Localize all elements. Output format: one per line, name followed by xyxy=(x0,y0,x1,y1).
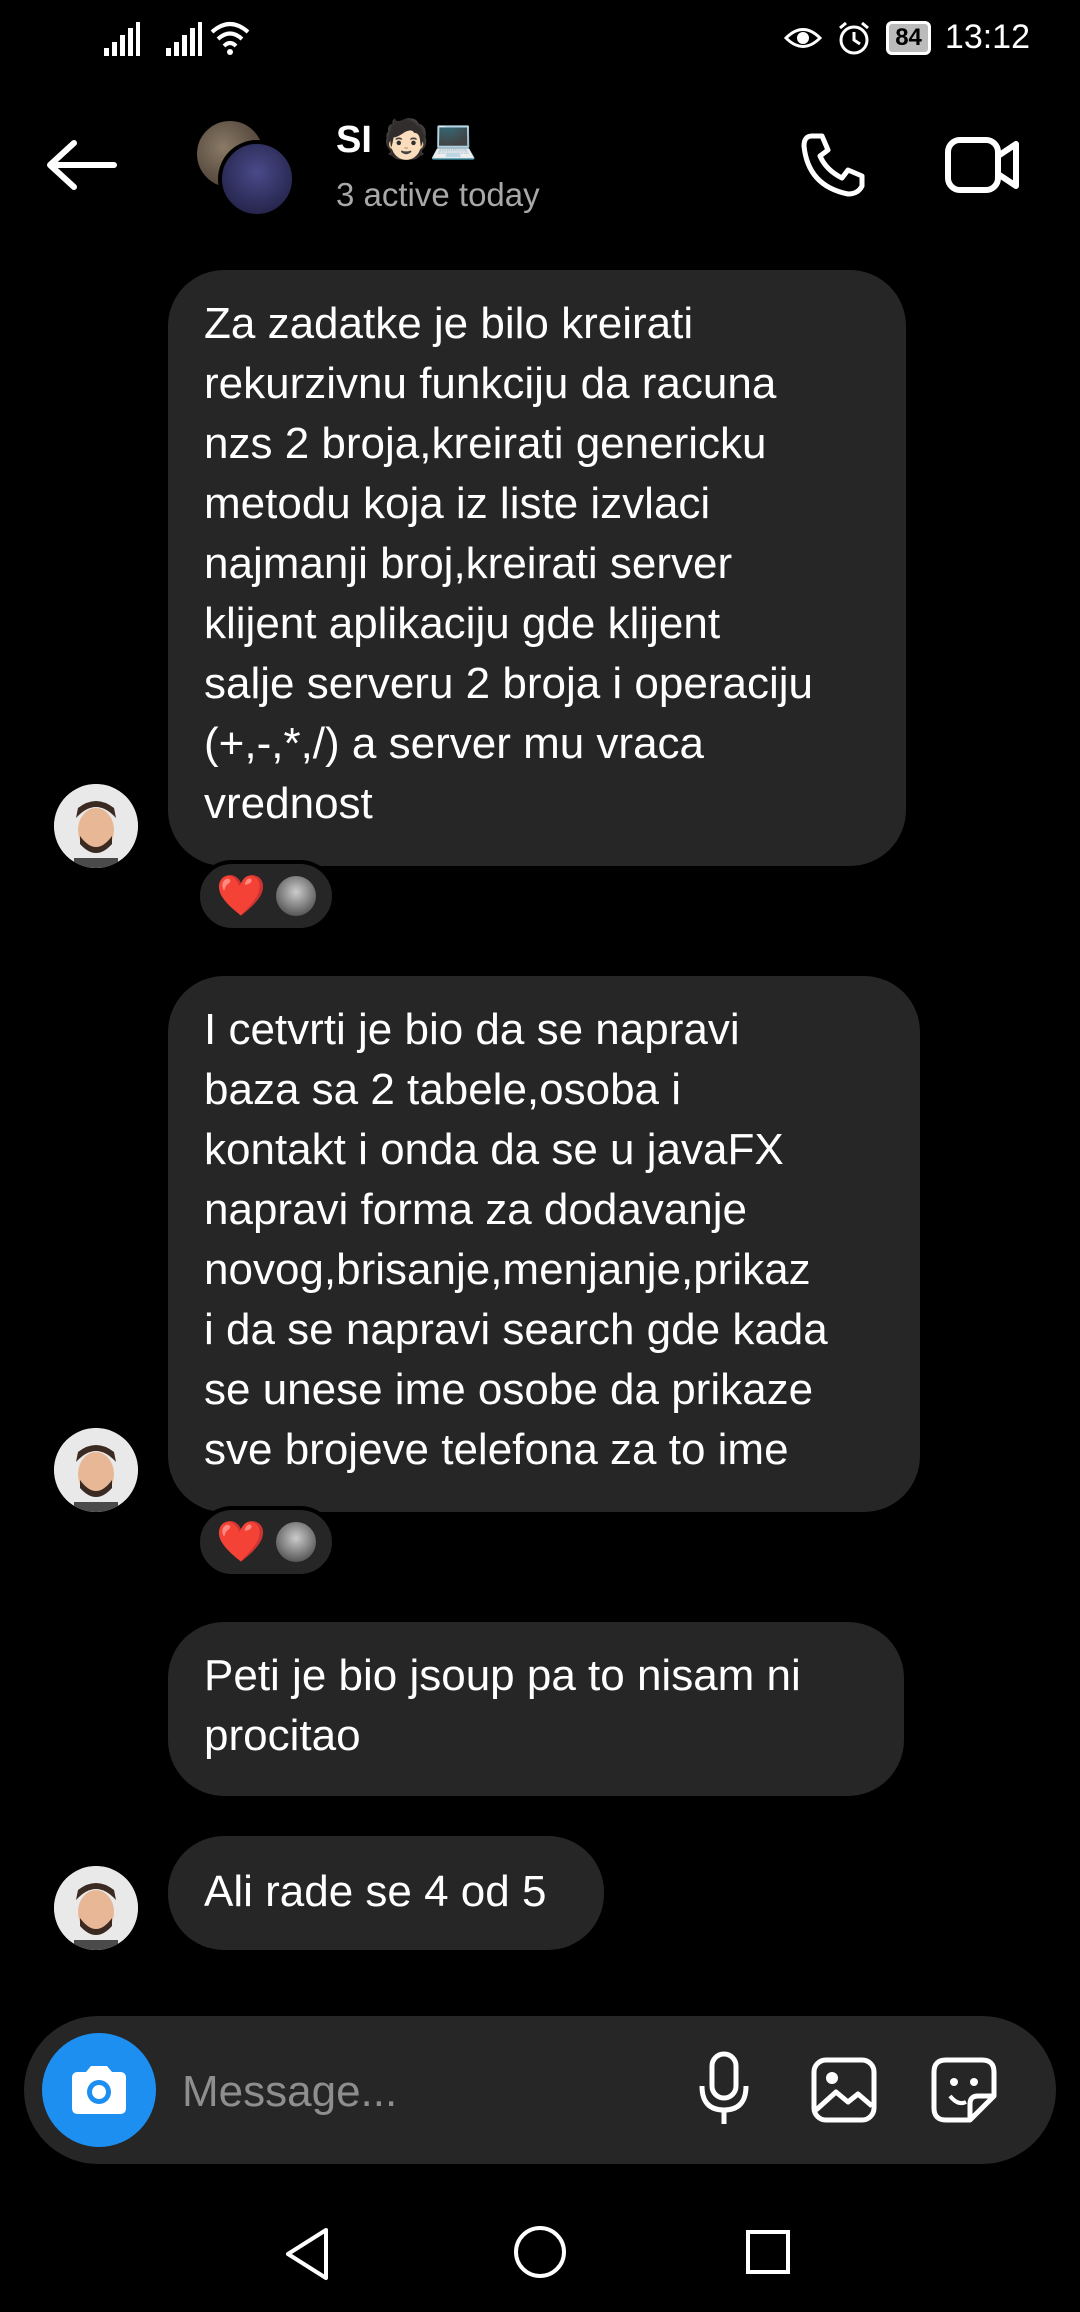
message-bubble[interactable]: I cetvrti je bio da se napravi baza sa 2… xyxy=(168,976,920,1512)
chat-title[interactable]: SI 🧑🏻💻 xyxy=(336,118,477,162)
heart-reaction-icon: ❤️ xyxy=(216,874,266,918)
avatar[interactable] xyxy=(54,784,138,868)
gallery-icon[interactable] xyxy=(810,2056,878,2124)
message-bubble[interactable]: Ali rade se 4 od 5 xyxy=(168,1836,604,1950)
memoji-icon xyxy=(54,1866,138,1950)
camera-icon xyxy=(72,2066,126,2114)
nav-home-icon[interactable] xyxy=(512,2224,568,2280)
camera-button[interactable] xyxy=(42,2033,156,2147)
chat-header: SI 🧑🏻💻 3 active today xyxy=(0,100,1080,240)
chat-subtitle: 3 active today xyxy=(336,176,540,213)
system-nav-bar xyxy=(0,2200,1080,2312)
back-arrow-icon[interactable] xyxy=(46,140,118,190)
avatar[interactable] xyxy=(54,1428,138,1512)
phone-icon[interactable] xyxy=(798,130,868,200)
nav-recents-icon[interactable] xyxy=(744,2228,792,2276)
memoji-icon xyxy=(54,784,138,868)
reaction-badge[interactable]: ❤️ xyxy=(196,860,336,932)
eye-icon xyxy=(784,27,823,48)
signal-icon xyxy=(166,22,202,56)
status-right: 84 13:12 xyxy=(784,18,1030,57)
avatar xyxy=(275,876,316,916)
alarm-icon xyxy=(839,21,870,54)
battery-icon: 84 xyxy=(886,20,931,55)
avatar xyxy=(275,1522,316,1562)
nav-back-icon[interactable] xyxy=(282,2226,332,2282)
message-bubble[interactable]: Peti je bio jsoup pa to nisam ni procita… xyxy=(168,1622,904,1796)
signal-icon xyxy=(104,22,140,56)
memoji-icon xyxy=(54,1428,138,1512)
sticker-icon[interactable] xyxy=(930,2056,998,2124)
clock: 13:12 xyxy=(944,18,1030,56)
reaction-badge[interactable]: ❤️ xyxy=(196,1506,336,1578)
message-composer xyxy=(24,2016,1056,2164)
avatar[interactable] xyxy=(54,1866,138,1950)
microphone-icon[interactable] xyxy=(696,2050,752,2128)
group-avatar[interactable] xyxy=(194,118,296,218)
message-input[interactable] xyxy=(180,2056,684,2128)
avatar xyxy=(218,140,296,218)
status-bar: 84 13:12 xyxy=(0,0,1080,80)
wifi-icon xyxy=(210,22,250,55)
heart-reaction-icon: ❤️ xyxy=(216,1520,266,1564)
video-camera-icon[interactable] xyxy=(944,134,1020,196)
message-bubble[interactable]: Za zadatke je bilo kreirati rekurzivnu f… xyxy=(168,270,906,866)
